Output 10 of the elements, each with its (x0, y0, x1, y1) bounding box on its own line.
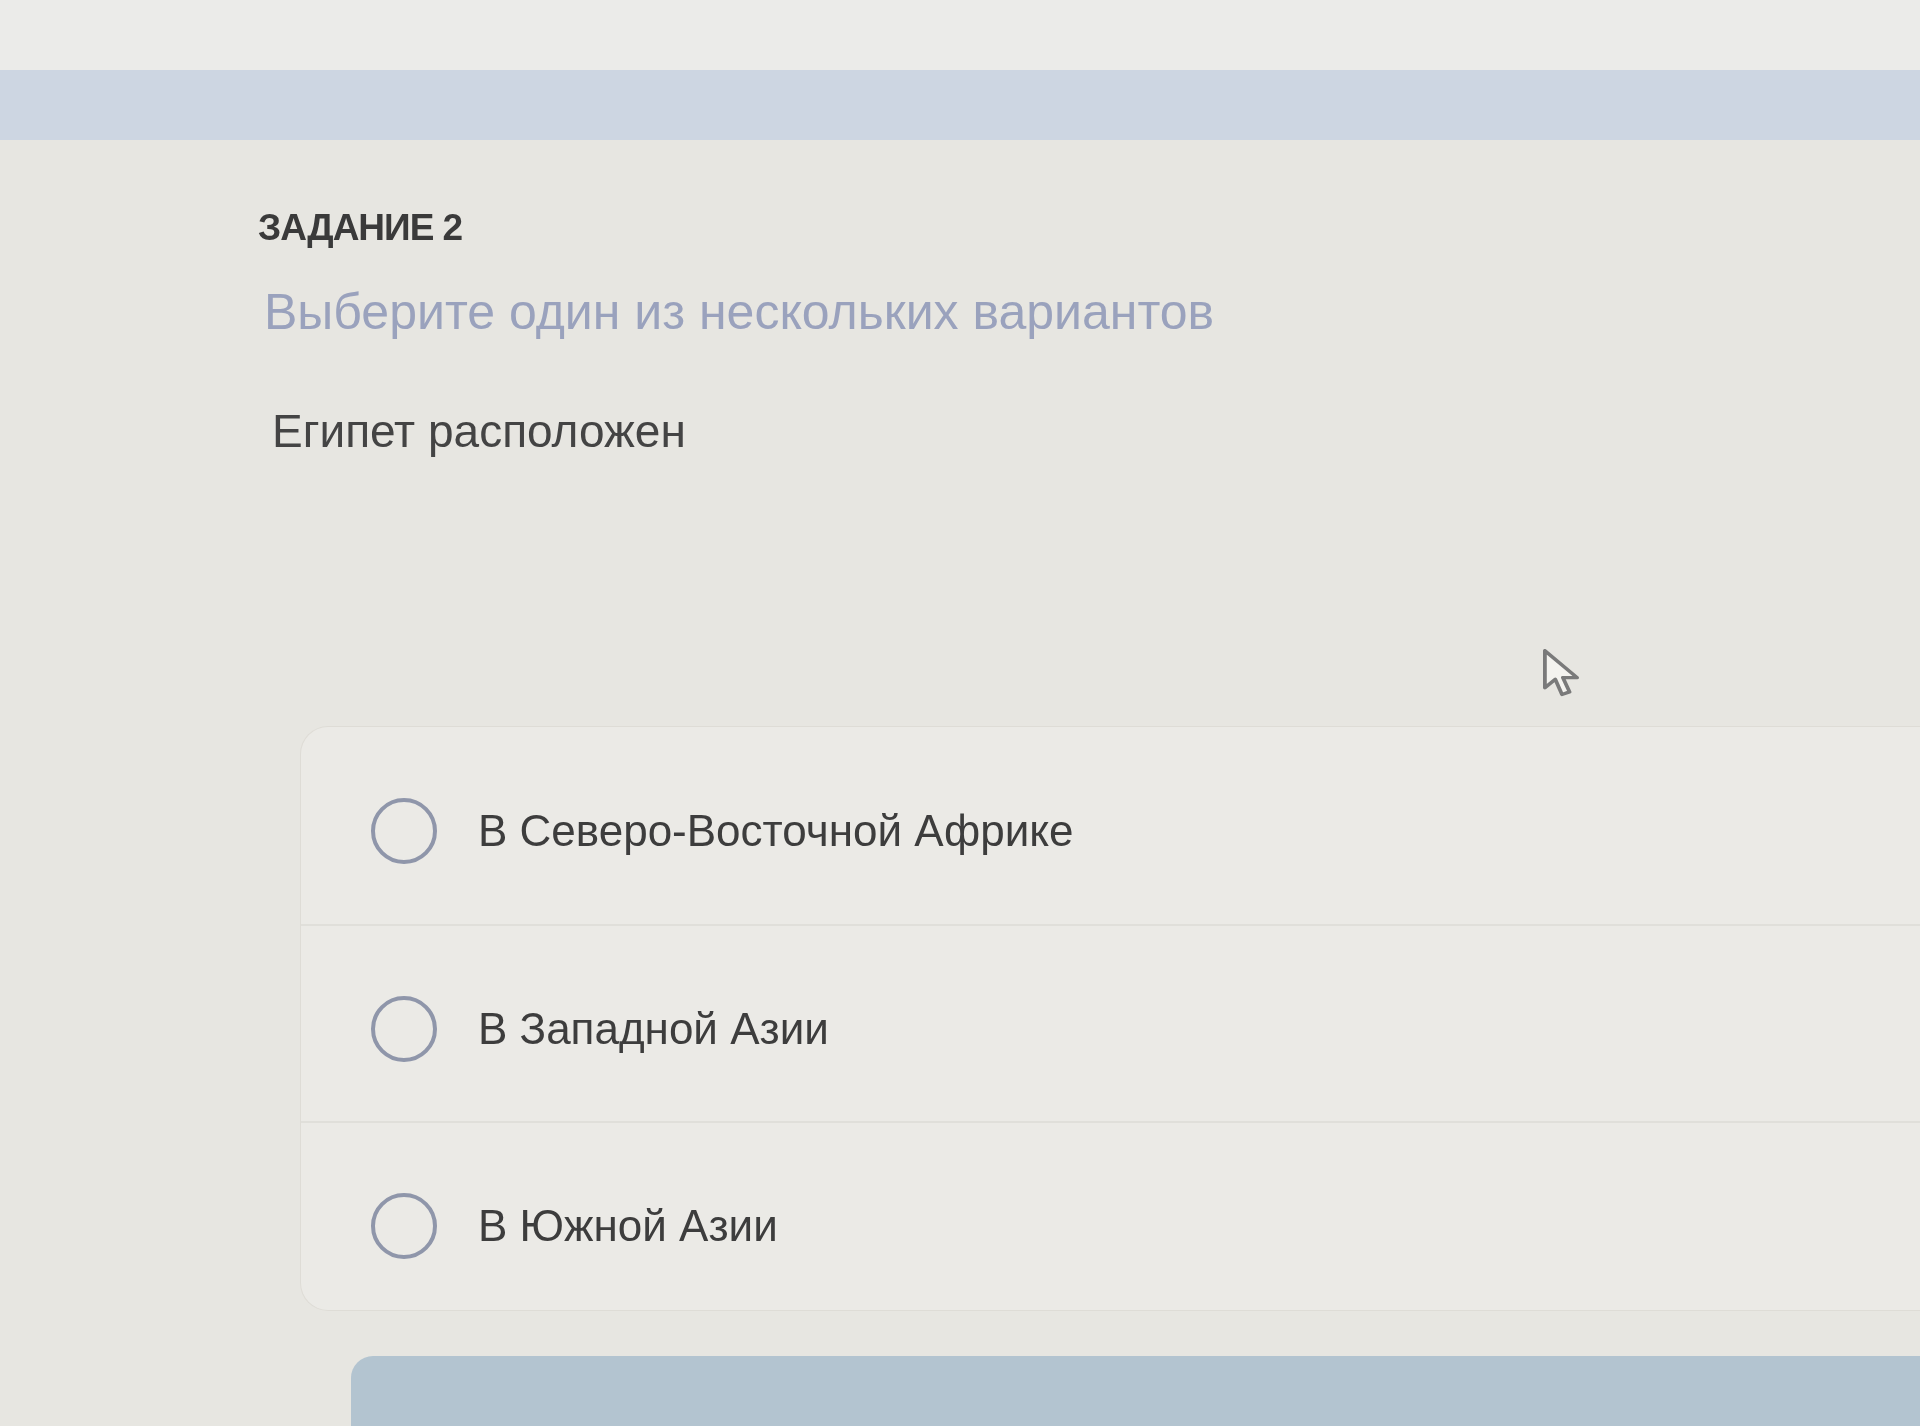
option-label[interactable]: В Южной Азии (478, 1199, 778, 1252)
radio-button[interactable] (371, 1192, 437, 1259)
radio-button[interactable] (371, 995, 437, 1062)
task-title: ЗАДАНИЕ 2 (258, 208, 463, 248)
option-label[interactable]: В Северо-Восточной Африке (478, 804, 1074, 857)
option-label[interactable]: В Западной Азии (478, 1002, 829, 1055)
radio-button[interactable] (371, 797, 437, 864)
question-text: Египет расположен (272, 404, 686, 458)
instruction-text: Выберите один из нескольких вариантов (264, 283, 1215, 341)
cursor-icon (1543, 649, 1579, 697)
